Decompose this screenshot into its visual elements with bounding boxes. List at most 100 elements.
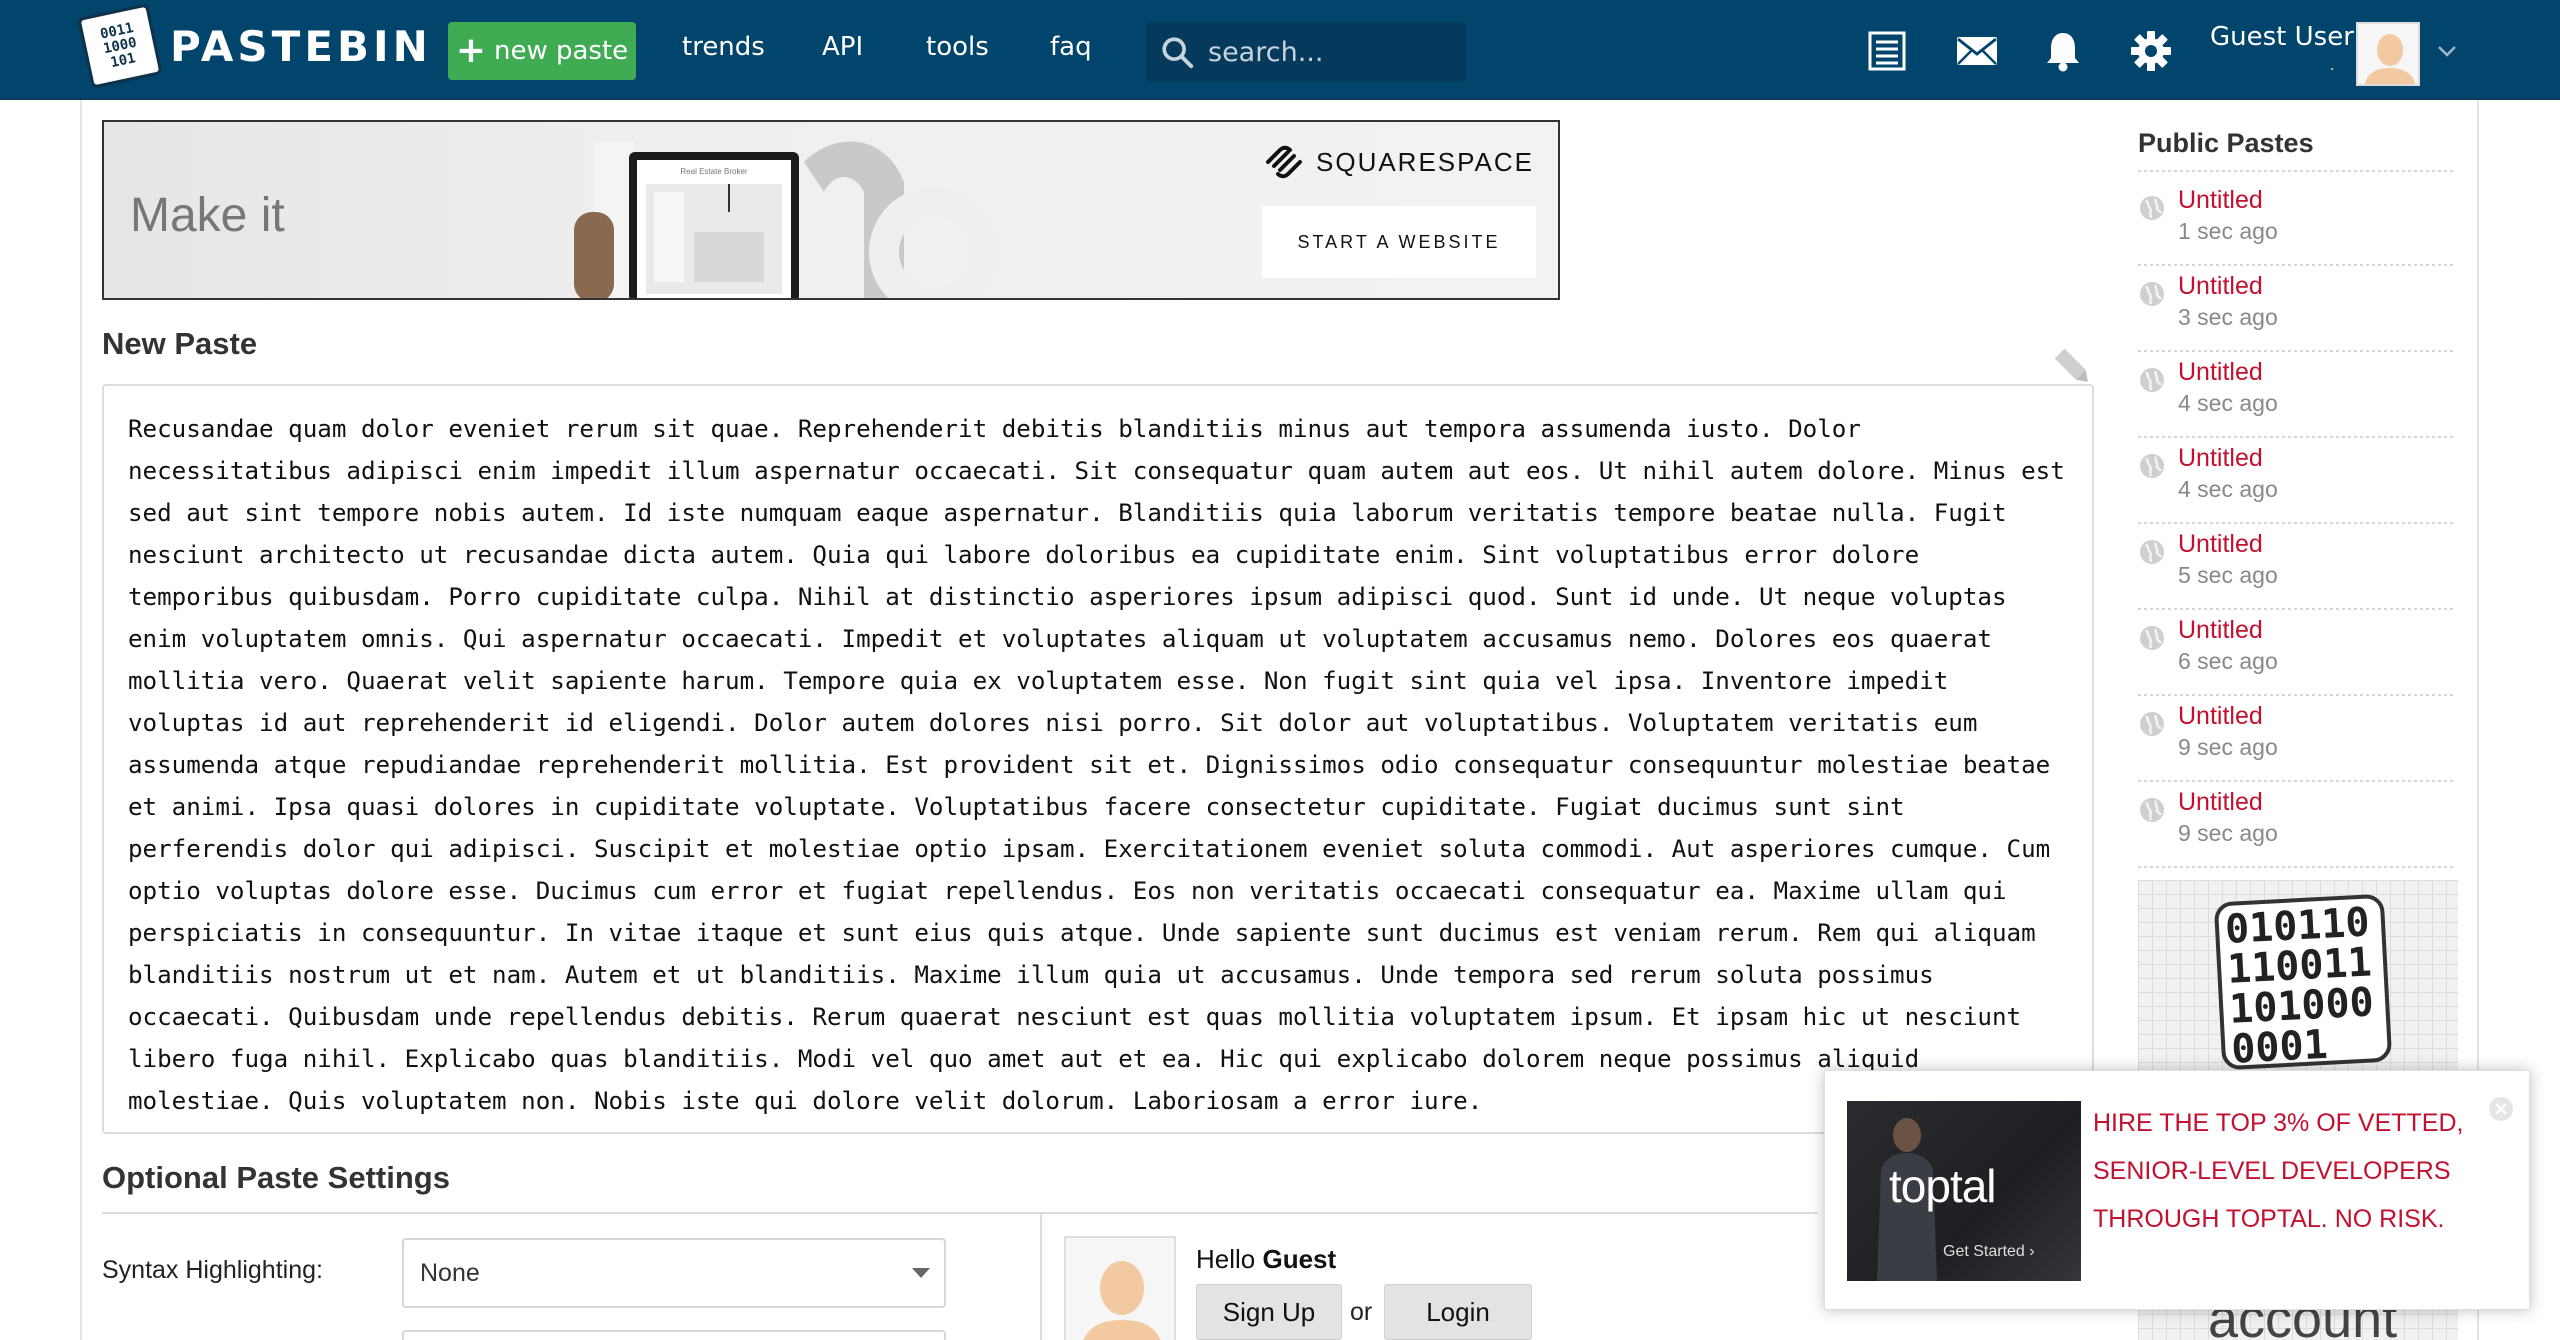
paste-timestamp: 4 sec ago — [2178, 476, 2278, 502]
globe-icon — [2140, 540, 2164, 564]
sidebar-item-divider — [2138, 350, 2456, 352]
sidebar-item-divider — [2138, 608, 2456, 610]
hello-prefix: Hello — [1196, 1244, 1256, 1274]
messages-icon[interactable] — [1954, 28, 2000, 74]
public-paste-item[interactable]: Untitled 4 sec ago — [2138, 356, 2456, 442]
new-paste-label: new paste — [493, 36, 629, 66]
new-paste-button[interactable]: + new paste — [448, 22, 636, 80]
hello-guest-text: Hello Guest — [1196, 1244, 1336, 1275]
sidebar-item-divider — [2138, 436, 2456, 438]
paste-title-link[interactable]: Untitled — [2178, 616, 2263, 645]
public-paste-item[interactable]: Untitled 3 sec ago — [2138, 270, 2456, 356]
sign-up-button[interactable]: Sign Up — [1196, 1284, 1342, 1340]
paste-timestamp: 5 sec ago — [2178, 562, 2278, 588]
paste-list-icon[interactable] — [1864, 28, 1910, 74]
public-paste-item[interactable]: Untitled 9 sec ago — [2138, 700, 2456, 786]
nav-faq[interactable]: faq — [1050, 32, 1092, 62]
paste-timestamp: 6 sec ago — [2178, 648, 2278, 674]
ad-brand-name: SQUARESPACE — [1316, 146, 1535, 177]
new-paste-title: New Paste — [102, 326, 258, 361]
paste-timestamp: 4 sec ago — [2178, 390, 2278, 416]
envelope-icon — [1957, 37, 1997, 65]
squarespace-ad-banner[interactable]: Make it Real Estate Broker SQUARESPACE S… — [102, 120, 1560, 300]
sidebar-item-divider — [2138, 780, 2456, 782]
nav-trends[interactable]: trends — [682, 32, 765, 62]
globe-icon — [2140, 798, 2164, 822]
sidebar-item-divider — [2138, 522, 2456, 524]
nav-tools[interactable]: tools — [926, 32, 989, 62]
ad-illustration: Real Estate Broker — [574, 141, 999, 298]
top-navbar: 0011 1000 101 PASTEBIN + new paste trend… — [0, 0, 2560, 100]
squarespace-brand: SQUARESPACE — [1262, 144, 1534, 180]
settings-column-divider — [1040, 1214, 1042, 1340]
paste-timestamp: 3 sec ago — [2178, 304, 2278, 330]
pastebin-ad-logo: 010110 110011 101000 0001 — [2213, 893, 2393, 1073]
paste-timestamp: 9 sec ago — [2178, 734, 2278, 760]
globe-icon — [2140, 712, 2164, 736]
notifications-icon[interactable] — [2040, 28, 2086, 74]
bell-icon — [2047, 33, 2079, 72]
plus-icon: + — [455, 30, 486, 71]
user-avatar[interactable] — [2356, 22, 2420, 86]
login-button[interactable]: Login — [1384, 1284, 1532, 1340]
sidebar-divider — [2138, 170, 2456, 172]
public-paste-item[interactable]: Untitled 9 sec ago — [2138, 786, 2456, 872]
pastebin-logo[interactable]: 0011 1000 101 PASTEBIN — [77, 3, 432, 89]
toptal-popup-ad: toptal Get Started › HIRE THE TOP 3% OF … — [1824, 1070, 2530, 1310]
globe-icon — [2140, 626, 2164, 650]
search-icon — [1162, 37, 1194, 69]
paste-title-link[interactable]: Untitled — [2178, 444, 2263, 473]
nav-api[interactable]: API — [822, 32, 863, 62]
public-paste-item[interactable]: Untitled 1 sec ago — [2138, 184, 2456, 270]
public-paste-item[interactable]: Untitled 4 sec ago — [2138, 442, 2456, 528]
user-dot: . — [2330, 58, 2335, 74]
settings-divider — [102, 1212, 1818, 1214]
search-input[interactable] — [1208, 36, 1458, 68]
public-pastes-title: Public Pastes — [2138, 128, 2314, 158]
logo-text: PASTEBIN — [170, 21, 432, 71]
syntax-selected-value: None — [420, 1258, 480, 1287]
paste-title-link[interactable]: Untitled — [2178, 702, 2263, 731]
paste-title-link[interactable]: Untitled — [2178, 788, 2263, 817]
paste-timestamp: 9 sec ago — [2178, 820, 2278, 846]
paste-timestamp: 1 sec ago — [2178, 218, 2278, 244]
syntax-highlighting-select[interactable]: None — [402, 1238, 946, 1308]
toptal-ad-text[interactable]: HIRE THE TOP 3% OF VETTED, SENIOR-LEVEL … — [2093, 1099, 2493, 1243]
globe-icon — [2140, 196, 2164, 220]
or-text: or — [1350, 1298, 1373, 1326]
globe-icon — [2140, 368, 2164, 392]
chevron-down-icon[interactable] — [2434, 38, 2460, 64]
close-icon[interactable] — [2487, 1095, 2515, 1123]
content-border-left — [80, 100, 82, 1340]
squarespace-logo-icon — [1266, 145, 1302, 179]
public-paste-item[interactable]: Untitled 5 sec ago — [2138, 528, 2456, 614]
settings-icon[interactable] — [2128, 28, 2174, 74]
globe-icon — [2140, 282, 2164, 306]
globe-icon — [2140, 454, 2164, 478]
dropdown-caret-icon — [912, 1268, 930, 1278]
next-setting-field[interactable] — [402, 1330, 946, 1340]
paste-textarea[interactable]: Recusandae quam dolor eveniet rerum sit … — [102, 384, 2094, 1134]
toptal-get-started[interactable]: Get Started › — [1943, 1243, 2035, 1261]
toptal-ad-image[interactable]: toptal Get Started › — [1847, 1101, 2081, 1281]
ad-laptop-caption: Real Estate Broker — [680, 167, 747, 176]
guest-avatar — [1064, 1236, 1176, 1340]
sidebar-item-divider — [2138, 694, 2456, 696]
optional-settings-title: Optional Paste Settings — [102, 1160, 450, 1195]
avatar-icon — [2358, 24, 2418, 84]
sidebar-item-divider — [2138, 866, 2456, 868]
paste-title-link[interactable]: Untitled — [2178, 186, 2263, 215]
paste-title-link[interactable]: Untitled — [2178, 358, 2263, 387]
avatar-icon — [1066, 1238, 1174, 1340]
syntax-highlighting-label: Syntax Highlighting: — [102, 1256, 323, 1284]
user-name[interactable]: Guest User — [2210, 22, 2354, 52]
paste-title-link[interactable]: Untitled — [2178, 272, 2263, 301]
public-paste-item[interactable]: Untitled 6 sec ago — [2138, 614, 2456, 700]
logo-bits: 0011 1000 101 — [98, 19, 139, 71]
pencil-icon[interactable] — [2052, 346, 2094, 388]
gear-icon — [2131, 31, 2171, 71]
start-website-button[interactable]: START A WEBSITE — [1262, 206, 1536, 278]
ad-headline: Make it — [130, 189, 285, 242]
toptal-logo: toptal — [1889, 1160, 1997, 1212]
paste-title-link[interactable]: Untitled — [2178, 530, 2263, 559]
